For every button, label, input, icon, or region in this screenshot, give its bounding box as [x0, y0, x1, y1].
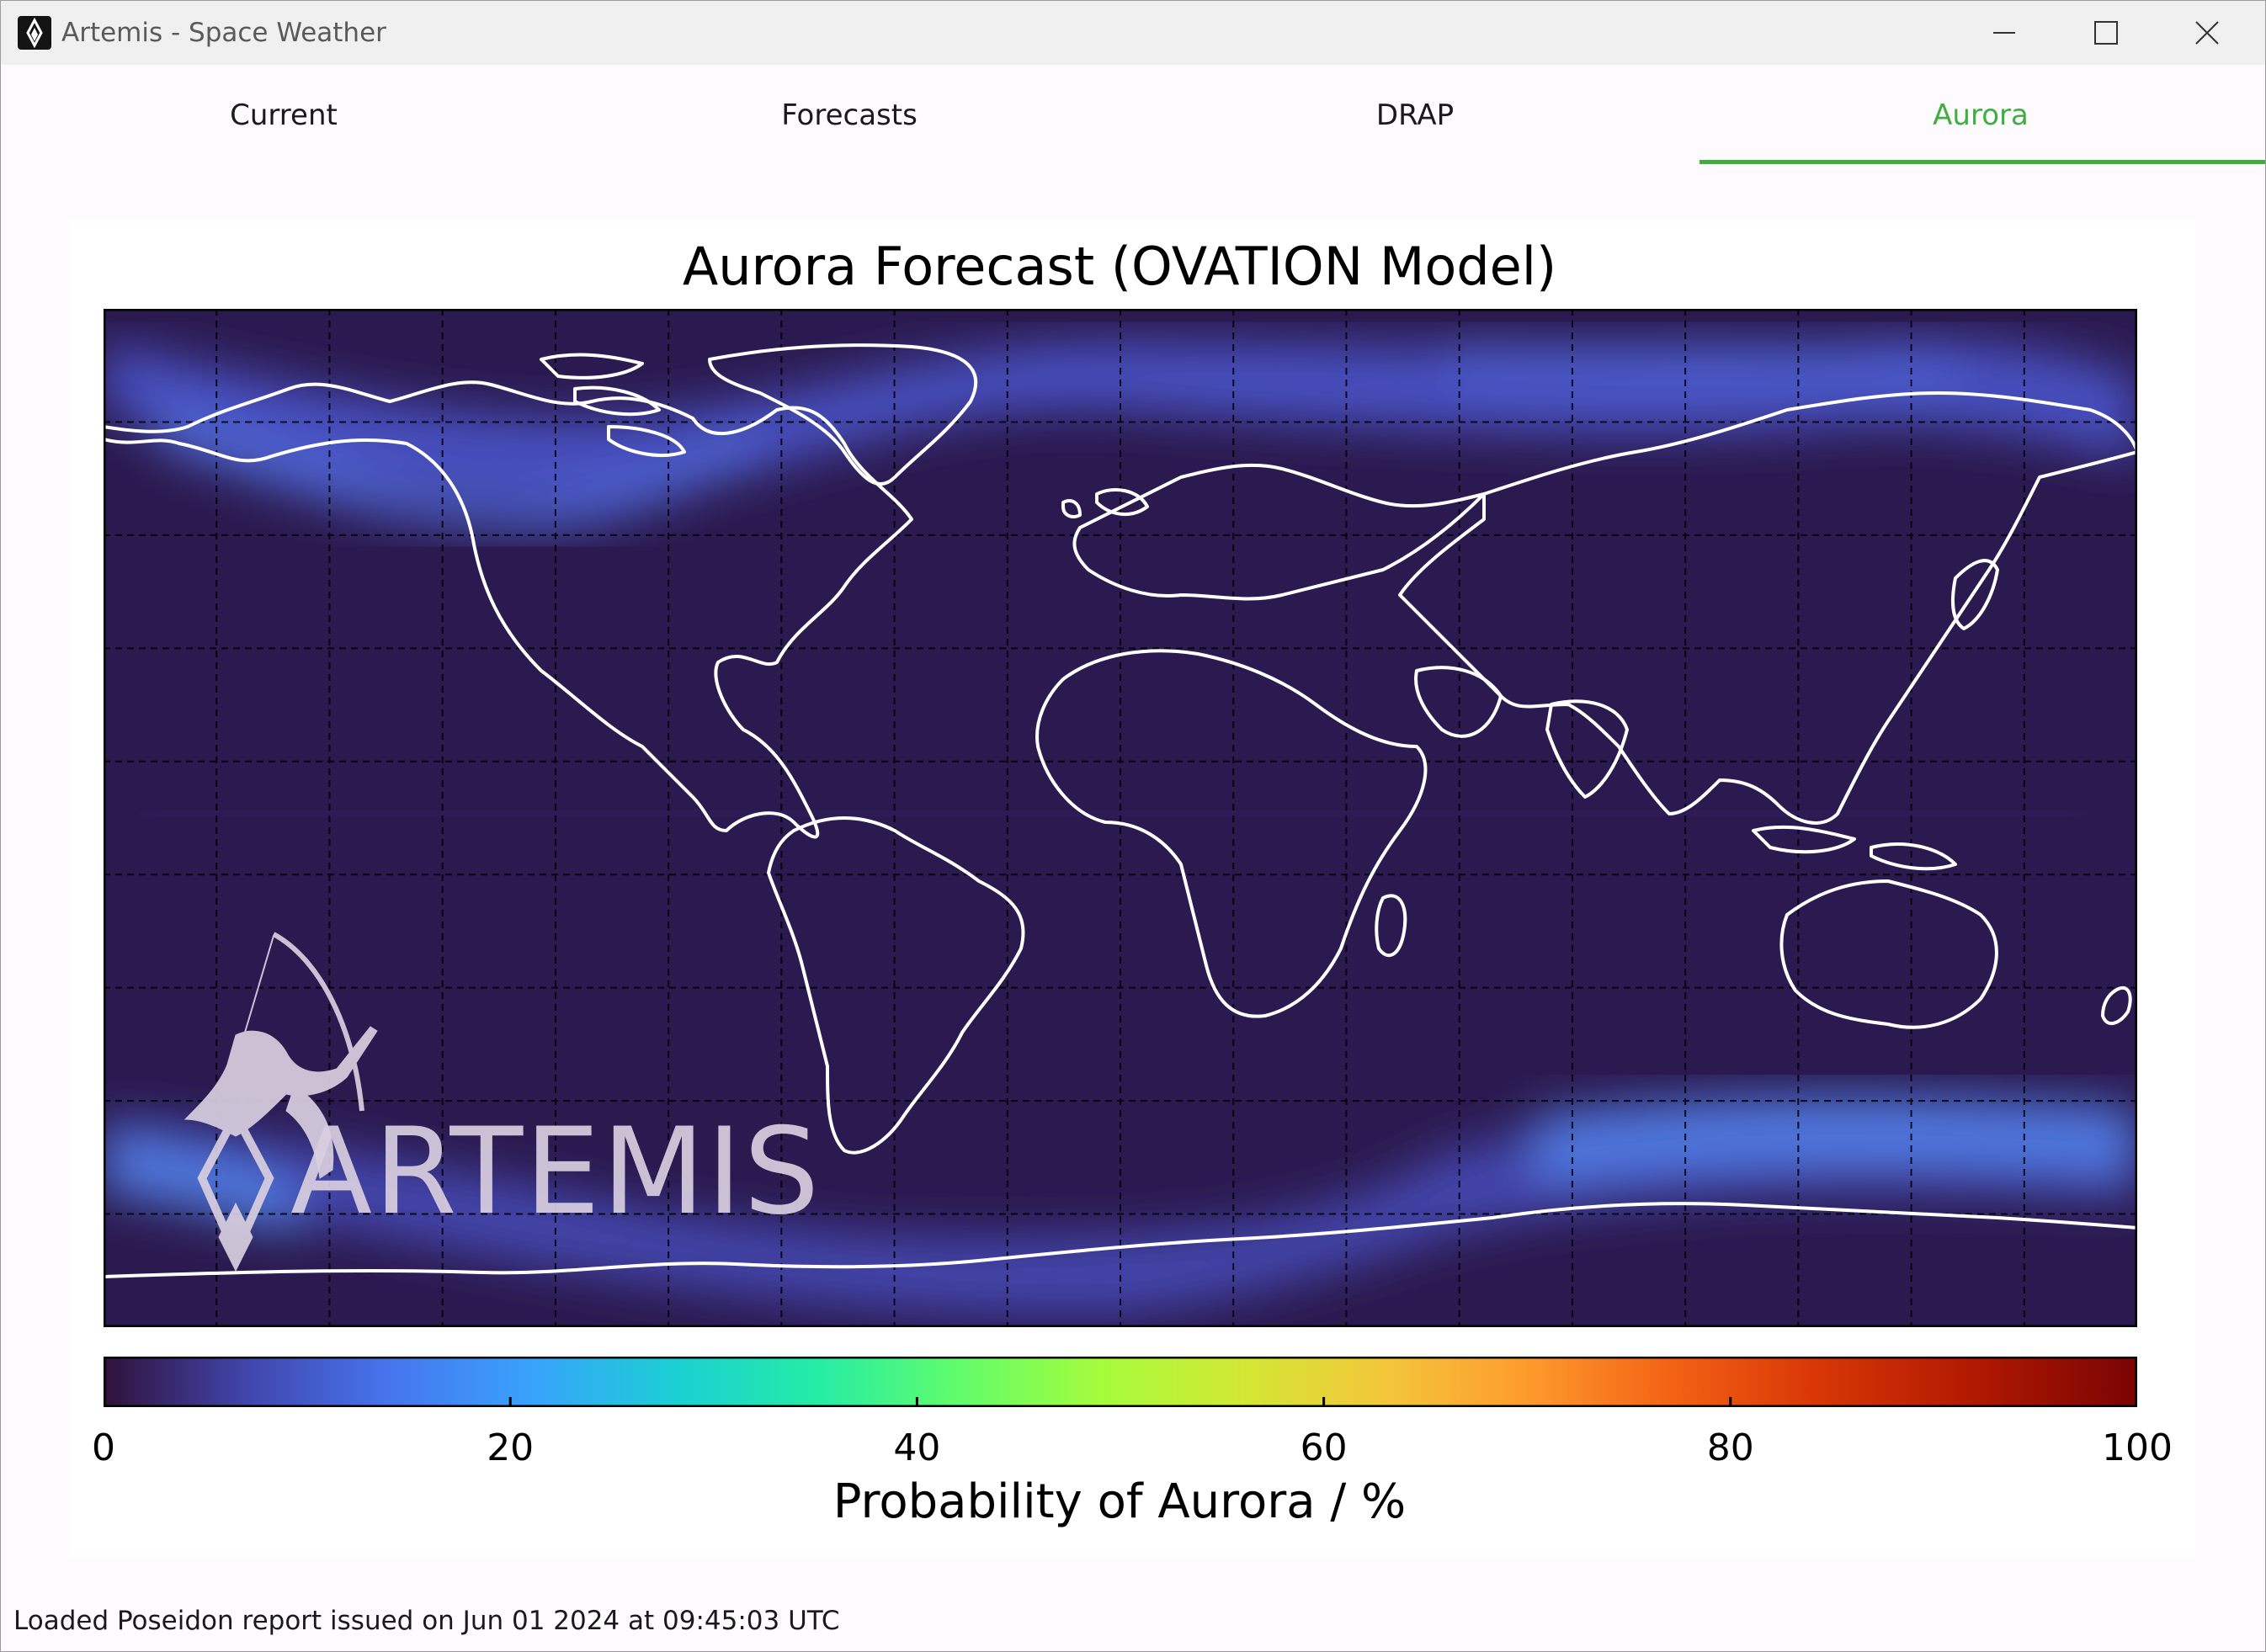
colorbar-tick-label: 40	[893, 1426, 941, 1469]
tab-drap[interactable]: DRAP	[1132, 65, 1698, 166]
tab-forecasts[interactable]: Forecasts	[566, 65, 1132, 166]
colorbar-tick-label: 100	[2102, 1426, 2173, 1469]
status-message: Loaded Poseidon report issued on Jun 01 …	[13, 1606, 840, 1636]
maximize-button[interactable]	[2055, 1, 2156, 65]
colorbar-gradient	[104, 1357, 2137, 1407]
tab-bar: Current Forecasts DRAP Aurora	[1, 65, 2265, 166]
artemis-watermark-text: ARTEMIS	[290, 1102, 822, 1241]
window-title: Artemis - Space Weather	[61, 18, 386, 48]
colorbar-label: Probability of Aurora / %	[832, 1474, 1407, 1529]
active-tab-indicator	[1700, 160, 2265, 164]
close-button[interactable]	[2156, 1, 2257, 65]
tab-aurora[interactable]: Aurora	[1698, 65, 2263, 166]
tab-current[interactable]: Current	[1, 65, 566, 166]
title-bar: Artemis - Space Weather	[1, 1, 2265, 65]
colorbar	[104, 1357, 2137, 1407]
colorbar-tick-label: 60	[1300, 1426, 1348, 1469]
plot-title: Aurora Forecast (OVATION Model)	[682, 236, 1557, 297]
app-logo-icon	[18, 16, 51, 50]
colorbar-tick-label: 20	[487, 1426, 535, 1469]
colorbar-tick-label: 0	[92, 1426, 115, 1469]
colorbar-tick-label: 80	[1706, 1426, 1754, 1469]
minimize-button[interactable]	[1954, 1, 2055, 65]
